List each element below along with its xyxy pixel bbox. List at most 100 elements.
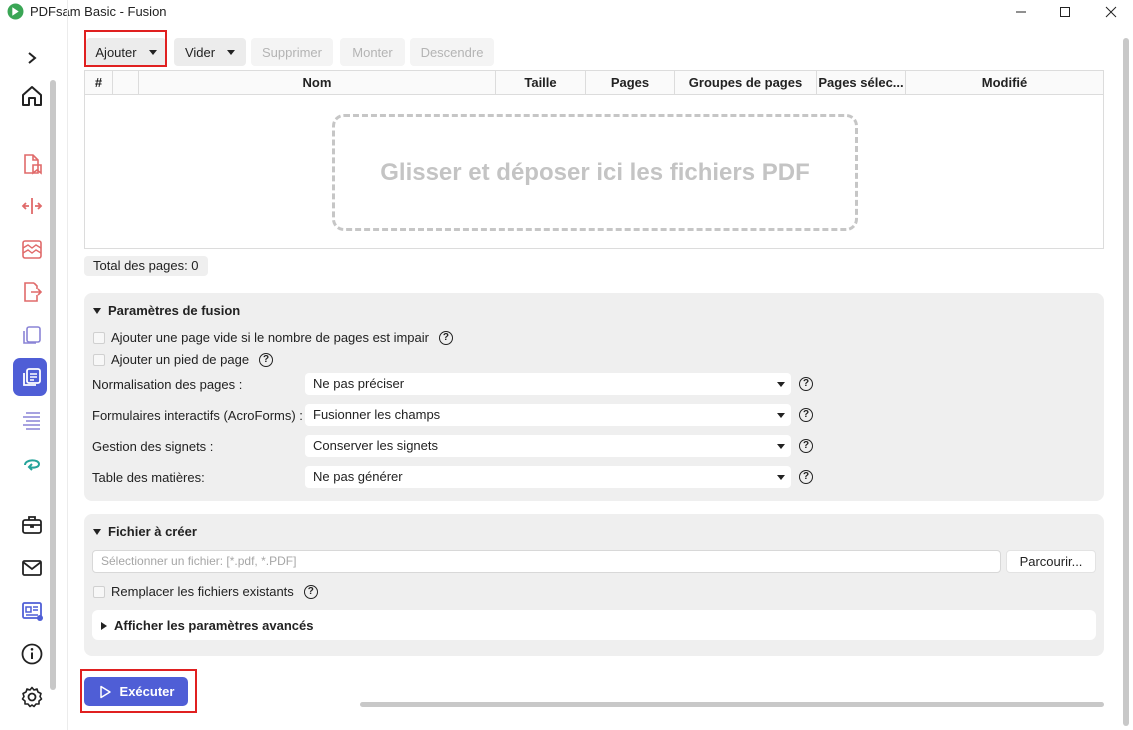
toc-value: Ne pas générer — [313, 469, 403, 484]
maximize-icon — [1060, 7, 1070, 17]
forms-label: Formulaires interactifs (AcroForms) : — [92, 408, 303, 423]
total-pages-badge: Total des pages: 0 — [84, 256, 208, 276]
close-icon — [1105, 6, 1117, 18]
overwrite-checkbox[interactable] — [93, 585, 105, 598]
play-icon — [99, 685, 111, 698]
column-header-size[interactable]: Taille — [496, 71, 586, 94]
clear-button-label: Vider — [184, 44, 216, 60]
rotate-arrow-icon[interactable] — [16, 447, 48, 479]
normalize-value: Ne pas préciser — [313, 376, 405, 391]
output-file-panel: Fichier à créer Sélectionner un fichier:… — [84, 514, 1104, 656]
chevron-down-icon — [777, 382, 785, 387]
dashboard-icon[interactable] — [16, 595, 48, 627]
output-file-title: Fichier à créer — [108, 524, 197, 539]
add-button[interactable]: Ajouter — [86, 38, 166, 66]
triangle-right-icon — [101, 621, 107, 630]
sidebar-scrollbar[interactable] — [50, 80, 56, 690]
horizontal-scrollbar[interactable] — [360, 702, 1104, 707]
maximize-button[interactable] — [1042, 0, 1088, 24]
news-icon[interactable] — [16, 552, 48, 584]
extract-icon[interactable] — [16, 276, 48, 308]
merge-settings-toggle[interactable]: Paramètres de fusion — [93, 303, 240, 318]
help-icon[interactable]: ? — [799, 377, 813, 391]
sidebar-divider — [67, 0, 68, 730]
advanced-settings-row[interactable]: Afficher les paramètres avancés — [92, 610, 1096, 640]
split-by-size-icon[interactable] — [16, 233, 48, 265]
home-icon[interactable] — [16, 80, 48, 112]
help-icon[interactable]: ? — [799, 439, 813, 453]
triangle-down-icon — [93, 528, 101, 535]
overwrite-label[interactable]: Remplacer les fichiers existants — [111, 584, 294, 599]
merge-settings-panel: Paramètres de fusion Ajouter une page vi… — [84, 293, 1104, 501]
split-by-bookmarks-icon[interactable] — [16, 148, 48, 180]
help-icon[interactable]: ? — [799, 408, 813, 422]
column-header-blank[interactable] — [113, 71, 139, 94]
chevron-down-icon — [148, 49, 157, 55]
rotate-icon[interactable] — [16, 319, 48, 351]
merge-settings-title: Paramètres de fusion — [108, 303, 241, 318]
advanced-settings-toggle[interactable]: Afficher les paramètres avancés — [101, 618, 313, 633]
minimize-icon — [1016, 11, 1026, 13]
column-header-index[interactable]: # — [85, 71, 113, 94]
title-bar: PDFsam Basic - Fusion — [0, 0, 1133, 24]
destination-file-placeholder: Sélectionner un fichier: [*.pdf, *.PDF] — [101, 554, 297, 568]
column-header-page-groups[interactable]: Groupes de pages — [675, 71, 817, 94]
advanced-settings-label: Afficher les paramètres avancés — [114, 618, 314, 633]
chevron-down-icon — [777, 475, 785, 480]
browse-button[interactable]: Parcourir... — [1006, 550, 1096, 573]
chevron-down-icon — [777, 413, 785, 418]
move-up-button[interactable]: Monter — [340, 38, 405, 66]
output-file-toggle[interactable]: Fichier à créer — [93, 524, 197, 539]
pdf-dropzone[interactable]: Glisser et déposer ici les fichiers PDF — [332, 114, 858, 231]
window-title: PDFsam Basic - Fusion — [30, 4, 167, 19]
settings-icon[interactable] — [16, 681, 48, 713]
alternate-mix-icon[interactable] — [16, 404, 48, 436]
toolbox-icon[interactable] — [16, 509, 48, 541]
overwrite-option: Remplacer les fichiers existants ? — [93, 584, 318, 599]
minimize-button[interactable] — [998, 0, 1044, 24]
add-button-label: Ajouter — [95, 44, 137, 60]
footer-checkbox[interactable] — [93, 353, 105, 366]
help-icon[interactable]: ? — [438, 330, 453, 345]
close-button[interactable] — [1088, 0, 1133, 24]
triangle-down-icon — [93, 307, 101, 314]
vertical-scrollbar[interactable] — [1123, 38, 1129, 726]
bookmarks-value: Conserver les signets — [313, 438, 438, 453]
blank-page-label[interactable]: Ajouter une page vide si le nombre de pa… — [111, 330, 429, 345]
column-header-pages[interactable]: Pages — [586, 71, 675, 94]
help-icon[interactable]: ? — [799, 470, 813, 484]
dropzone-text: Glisser et déposer ici les fichiers PDF — [380, 158, 810, 186]
column-header-selected-pages[interactable]: Pages sélec... — [817, 71, 906, 94]
merge-icon[interactable] — [16, 361, 48, 393]
column-header-modified[interactable]: Modifié — [906, 71, 1103, 94]
toc-select[interactable]: Ne pas générer — [305, 466, 791, 488]
run-button-label: Exécuter — [119, 684, 175, 699]
toc-label: Table des matières: — [92, 470, 205, 485]
clear-button[interactable]: Vider — [174, 38, 246, 66]
column-header-name[interactable]: Nom — [139, 71, 496, 94]
table-header: # Nom Taille Pages Groupes de pages Page… — [85, 71, 1103, 95]
run-button[interactable]: Exécuter — [84, 677, 188, 706]
expand-icon[interactable] — [16, 42, 48, 74]
destination-file-input[interactable]: Sélectionner un fichier: [*.pdf, *.PDF] — [92, 550, 1001, 573]
blank-page-option: Ajouter une page vide si le nombre de pa… — [93, 330, 453, 345]
app-logo-icon — [7, 3, 24, 20]
remove-button[interactable]: Supprimer — [251, 38, 333, 66]
chevron-down-icon — [227, 49, 236, 55]
footer-option: Ajouter un pied de page ? — [93, 352, 274, 367]
footer-label[interactable]: Ajouter un pied de page — [111, 352, 249, 367]
chevron-down-icon — [777, 444, 785, 449]
move-down-button[interactable]: Descendre — [410, 38, 494, 66]
forms-select[interactable]: Fusionner les champs — [305, 404, 791, 426]
help-icon[interactable]: ? — [303, 584, 318, 599]
normalize-select[interactable]: Ne pas préciser — [305, 373, 791, 395]
blank-page-checkbox[interactable] — [93, 331, 105, 344]
file-table[interactable]: # Nom Taille Pages Groupes de pages Page… — [84, 70, 1104, 249]
bookmarks-select[interactable]: Conserver les signets — [305, 435, 791, 457]
info-icon[interactable] — [16, 638, 48, 670]
normalize-label: Normalisation des pages : — [92, 377, 243, 392]
forms-value: Fusionner les champs — [313, 407, 441, 422]
help-icon[interactable]: ? — [259, 352, 274, 367]
split-icon[interactable] — [16, 190, 48, 222]
bookmarks-label: Gestion des signets : — [92, 439, 214, 454]
